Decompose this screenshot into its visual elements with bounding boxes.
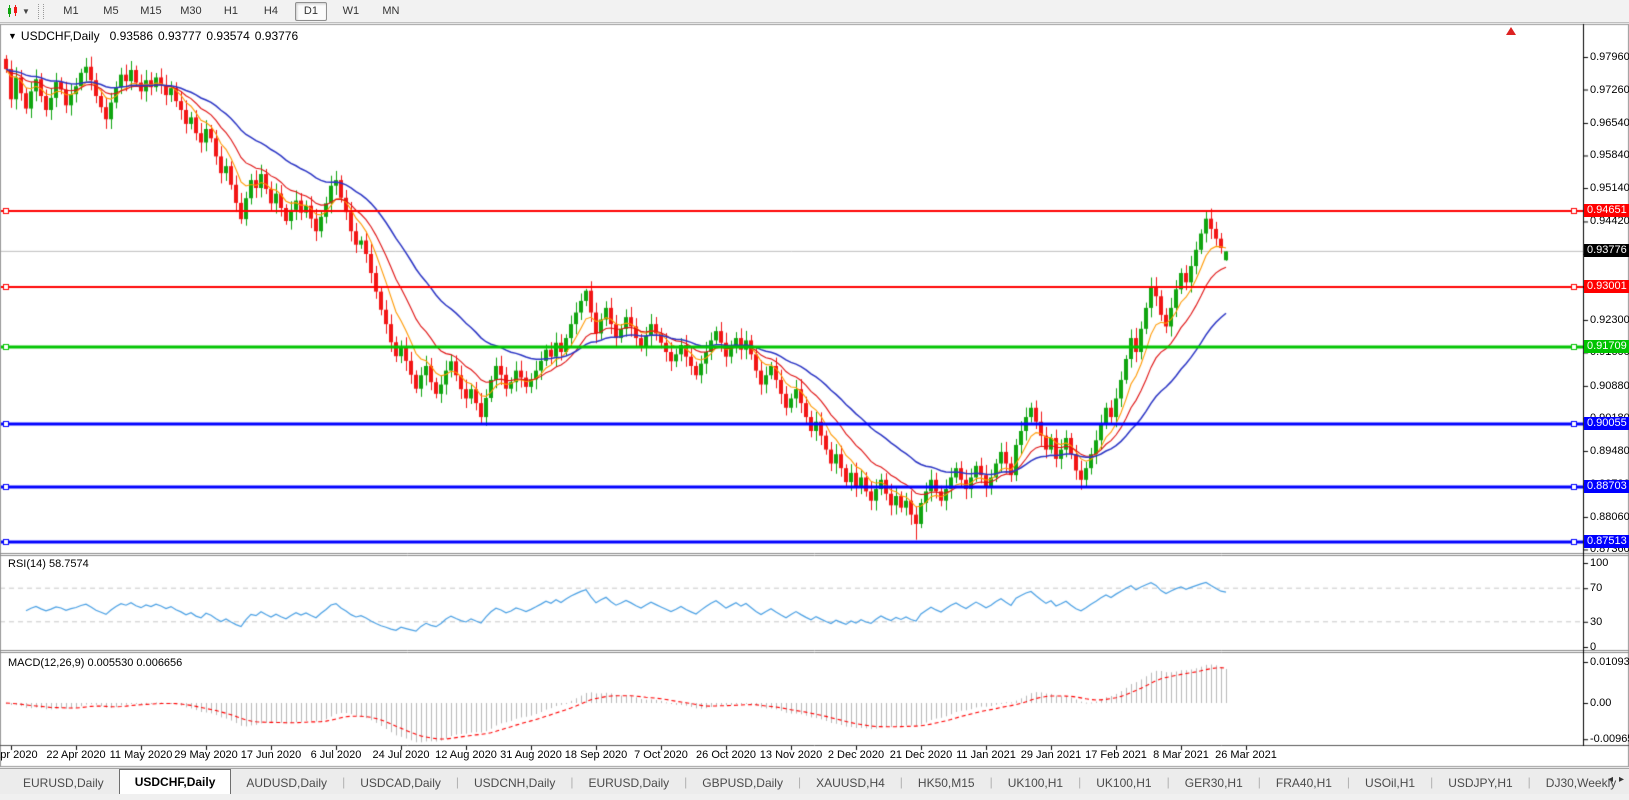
price-tick-label: 0.95840: [1590, 149, 1629, 161]
timeframe-button-h4[interactable]: H4: [255, 2, 287, 21]
price-tick-label: 0.96540: [1590, 117, 1629, 129]
price-tick-label: 0.88060: [1590, 511, 1629, 523]
metatrader-window: ▼ M1 M5 M15 M30 H1 H4 D1 W1 MN ▼ USDCHF,Daily 0.93…: [0, 0, 1629, 800]
timeframe-button-m1[interactable]: M1: [55, 2, 87, 21]
date-tick-label: 11 May 2020: [110, 749, 173, 761]
toolbar-grip[interactable]: [38, 4, 44, 19]
chart-tab-uk100-h1[interactable]: UK100,H1: [993, 773, 1078, 794]
date-tick-label: 8 Mar 2021: [1153, 749, 1209, 761]
date-tick-label: 18 Sep 2020: [565, 749, 627, 761]
timeframe-toolbar: ▼ M1 M5 M15 M30 H1 H4 D1 W1 MN: [0, 0, 1629, 23]
timeframe-button-m15[interactable]: M15: [135, 2, 167, 21]
timeframe-buttons: M1 M5 M15 M30 H1 H4 D1 W1 MN: [51, 2, 411, 21]
price-tick-label: 0.95140: [1590, 182, 1629, 194]
date-tick-label: 12 Aug 2020: [435, 749, 497, 761]
date-tick-label: 24 Jul 2020: [373, 749, 430, 761]
chevron-down-icon: ▼: [22, 7, 30, 16]
chart-title: ▼ USDCHF,Daily 0.93586 0.93777 0.93574 0.9377…: [8, 29, 303, 43]
timeframe-button-mn[interactable]: MN: [375, 2, 407, 21]
tab-scroll-left-icon[interactable]: ◂: [1608, 774, 1613, 785]
date-tick-label: 11 Jan 2021: [956, 749, 1016, 761]
timeframe-button-m5[interactable]: M5: [95, 2, 127, 21]
candlestick-glyph: [6, 4, 20, 18]
price-tick-label: 0.90880: [1590, 380, 1629, 392]
rsi-tick-label: 70: [1590, 582, 1602, 594]
hline-price-label: 0.91709: [1584, 340, 1629, 353]
rsi-tick-label: 30: [1590, 616, 1602, 628]
chart-tab-hk50-m15[interactable]: HK50,M15: [903, 773, 990, 794]
chart-tab-eurusd-daily[interactable]: EURUSD,Daily: [573, 773, 684, 794]
hline-price-label: 0.93001: [1584, 280, 1629, 293]
date-tick-label: 21 Dec 2020: [890, 749, 952, 761]
date-tick-label: 7 Oct 2020: [634, 749, 688, 761]
rsi-label: RSI(14) 58.7574: [8, 558, 89, 570]
chart-tab-xauusd-h4[interactable]: XAUUSD,H4: [801, 773, 900, 794]
chart-tab-usdjpy-h1[interactable]: USDJPY,H1: [1433, 773, 1527, 794]
current-price-label: 0.93776: [1584, 244, 1629, 257]
chart-shift-marker-icon[interactable]: [1506, 27, 1516, 35]
hline-price-label: 0.90055: [1584, 417, 1629, 430]
date-tick-label: 17 Feb 2021: [1085, 749, 1147, 761]
date-tick-label: 22 Apr 2020: [46, 749, 105, 761]
price-tick-label: 0.97960: [1590, 51, 1629, 63]
timeframe-button-m30[interactable]: M30: [175, 2, 207, 21]
chart-tab-usdcnh-daily[interactable]: USDCNH,Daily: [459, 773, 570, 794]
date-tick-label: 6 Jul 2020: [311, 749, 362, 761]
chart-tab-audusd-daily[interactable]: AUDUSD,Daily: [231, 773, 342, 794]
macd-tick-label: 0.00: [1590, 697, 1611, 709]
chart-type-icon[interactable]: ▼: [3, 3, 33, 19]
date-tick-label: 29 May 2020: [174, 749, 238, 761]
symbol-name: USDCHF,Daily: [21, 29, 100, 43]
date-tick-label: 26 Oct 2020: [696, 749, 756, 761]
macd-tick-label: -0.009653: [1590, 733, 1629, 745]
ohlc-open: 0.93586: [110, 29, 153, 43]
chart-tab-uk100-h1[interactable]: UK100,H1: [1081, 773, 1166, 794]
collapse-icon[interactable]: ▼: [8, 31, 17, 41]
hline-price-label: 0.87513: [1584, 535, 1629, 548]
chart-tab-eurusd-daily[interactable]: EURUSD,Daily: [8, 773, 119, 794]
date-tick-label: 13 Nov 2020: [760, 749, 822, 761]
date-tick-label: 17 Jun 2020: [241, 749, 302, 761]
rsi-tick-label: 100: [1590, 557, 1608, 569]
date-tick-label: 29 Jan 2021: [1021, 749, 1082, 761]
chart-tab-usdcad-daily[interactable]: USDCAD,Daily: [345, 773, 456, 794]
ohlc-low: 0.93574: [206, 29, 249, 43]
tab-scroll-arrows: ◂▸: [1602, 774, 1624, 785]
price-tick-label: 0.89480: [1590, 445, 1629, 457]
date-tick-label: 31 Aug 2020: [500, 749, 562, 761]
price-tick-label: 0.97260: [1590, 84, 1629, 96]
timeframe-button-w1[interactable]: W1: [335, 2, 367, 21]
hline-price-label: 0.88703: [1584, 480, 1629, 493]
chart-tab-fra40-h1[interactable]: FRA40,H1: [1261, 773, 1347, 794]
timeframe-button-d1[interactable]: D1: [295, 2, 327, 21]
macd-label: MACD(12,26,9) 0.005530 0.006656: [8, 657, 182, 669]
price-chart-canvas[interactable]: [0, 0, 1629, 800]
chart-tab-usoil-h1[interactable]: USOil,H1: [1350, 773, 1430, 794]
timeframe-button-h1[interactable]: H1: [215, 2, 247, 21]
date-tick-label: 3 Apr 2020: [0, 749, 38, 761]
date-tick-label: 26 Mar 2021: [1215, 749, 1277, 761]
macd-tick-label: 0.010933: [1590, 656, 1629, 668]
date-tick-label: 2 Dec 2020: [828, 749, 884, 761]
ohlc-close: 0.93776: [255, 29, 298, 43]
hline-price-label: 0.94651: [1584, 204, 1629, 217]
tab-scroll-right-icon[interactable]: ▸: [1619, 774, 1624, 785]
price-tick-label: 0.94420: [1590, 215, 1629, 227]
chart-tab-gbpusd-daily[interactable]: GBPUSD,Daily: [687, 773, 798, 794]
price-tick-label: 0.92300: [1590, 314, 1629, 326]
chart-tab-usdchf-daily[interactable]: USDCHF,Daily: [119, 769, 232, 794]
symbol-tab-bar: EURUSD,DailyUSDCHF,DailyAUDUSD,Daily|USD…: [0, 768, 1629, 794]
rsi-tick-label: 0: [1590, 641, 1596, 653]
chart-tab-ger30-h1[interactable]: GER30,H1: [1170, 773, 1258, 794]
ohlc-high: 0.93777: [158, 29, 201, 43]
